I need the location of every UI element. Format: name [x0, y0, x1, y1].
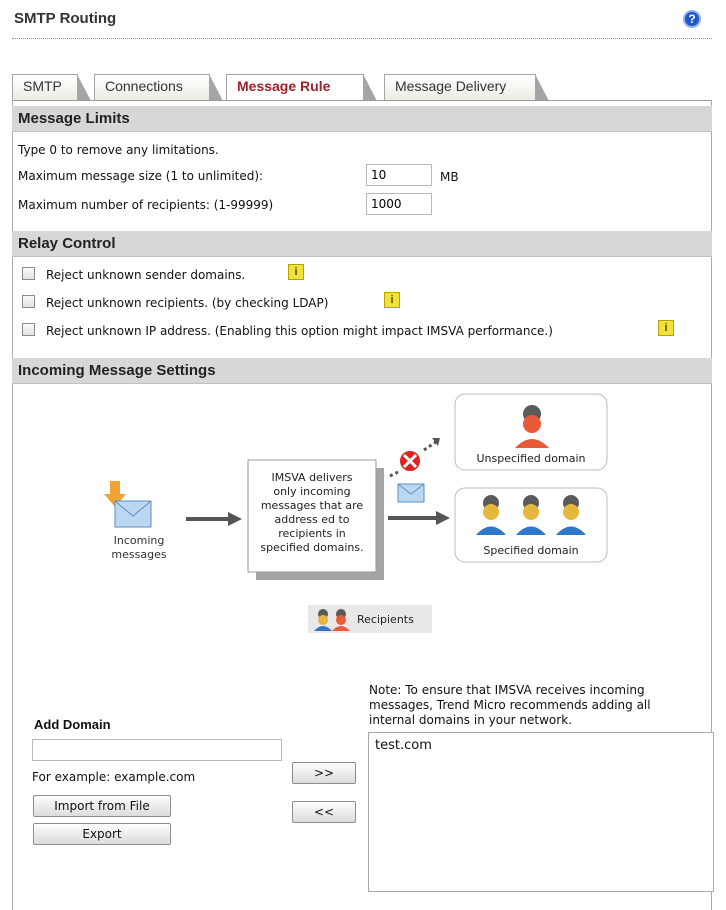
note-line-2: messages, Trend Micro recommends adding … — [369, 698, 651, 712]
max-size-unit: MB — [440, 170, 459, 184]
page-title: SMTP Routing — [14, 10, 117, 27]
delivery-envelope-icon — [397, 483, 425, 503]
max-size-input[interactable] — [366, 164, 432, 186]
title-divider — [12, 38, 712, 39]
help-icon[interactable]: ? — [683, 10, 701, 28]
add-domain-label: Add Domain — [34, 717, 111, 732]
max-recipients-input[interactable] — [366, 193, 432, 215]
incoming-label-1: Incoming — [114, 534, 165, 547]
center-line-5: recipients in — [278, 527, 346, 540]
tab-message-delivery[interactable]: Message Delivery — [384, 74, 549, 101]
remove-domain-button[interactable]: << — [292, 801, 356, 823]
tab-smtp[interactable]: SMTP — [12, 74, 91, 101]
reject-unknown-ip-checkbox[interactable] — [22, 323, 35, 336]
reject-unknown-recipients-label: Reject unknown recipients. (by checking … — [46, 296, 329, 310]
specified-domain-label: Specified domain — [483, 544, 578, 557]
domain-example: For example: example.com — [32, 770, 196, 784]
limits-hint: Type 0 to remove any limitations. — [18, 143, 219, 157]
incoming-label-2: messages — [111, 548, 166, 561]
tab-bar: SMTP Connections Message Rule Message De… — [12, 74, 712, 101]
center-line-3: messages that are — [261, 499, 364, 512]
max-size-label: Maximum message size (1 to unlimited): — [18, 169, 264, 183]
reject-sender-domains-checkbox[interactable] — [22, 267, 35, 280]
section-incoming-message-settings: Incoming Message Settings — [12, 358, 712, 384]
unspecified-domain-label: Unspecified domain — [477, 452, 586, 465]
note-line-1: Note: To ensure that IMSVA receives inco… — [369, 683, 645, 697]
incoming-flow-diagram: Incoming messages IMSVA delivers only in… — [104, 393, 608, 633]
note-line-3: internal domains in your network. — [369, 713, 572, 727]
section-relay-control: Relay Control — [12, 231, 712, 257]
tab-message-rule[interactable]: Message Rule — [226, 74, 377, 101]
add-domain-button[interactable]: >> — [292, 762, 356, 784]
max-recipients-label: Maximum number of recipients: (1-99999) — [18, 198, 274, 212]
blocked-icon — [389, 438, 440, 478]
domain-note: Note: To ensure that IMSVA receives inco… — [369, 683, 651, 728]
incoming-envelope-icon — [104, 481, 152, 528]
flow-arrow-2 — [388, 511, 450, 525]
export-button[interactable]: Export — [33, 823, 171, 845]
domain-list-item[interactable]: test.com — [375, 738, 432, 753]
info-tip-icon[interactable]: i — [288, 264, 304, 280]
reject-unknown-recipients-checkbox[interactable] — [22, 295, 35, 308]
center-line-1: IMSVA delivers — [272, 471, 353, 484]
center-line-6: specified domains. — [260, 541, 363, 554]
reject-sender-domains-label: Reject unknown sender domains. — [46, 268, 246, 282]
recipients-legend-label: Recipients — [357, 613, 414, 626]
center-line-2: only incoming — [273, 485, 350, 498]
section-message-limits: Message Limits — [12, 106, 712, 132]
tab-connections[interactable]: Connections — [94, 74, 223, 101]
flow-arrow-1 — [186, 512, 242, 526]
domain-list[interactable]: test.com — [368, 732, 714, 892]
domain-input[interactable] — [32, 739, 282, 761]
import-from-file-button[interactable]: Import from File — [33, 795, 171, 817]
info-tip-icon[interactable]: i — [384, 292, 400, 308]
reject-unknown-ip-label: Reject unknown IP address. (Enabling thi… — [46, 324, 553, 338]
info-tip-icon[interactable]: i — [658, 320, 674, 336]
center-line-4: address ed to — [274, 513, 349, 526]
